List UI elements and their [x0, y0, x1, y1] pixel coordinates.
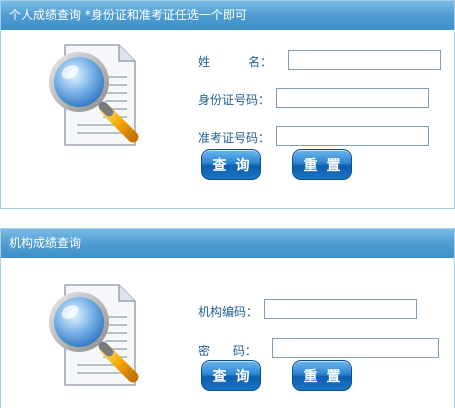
exam-number-label: 准考证号码：	[198, 131, 271, 145]
query-button[interactable]: 查询	[201, 149, 261, 180]
institution-code-input[interactable]	[264, 299, 417, 319]
personal-score-title: 个人成绩查询 *身份证和准考证任选一个即可	[1, 1, 454, 30]
reset-button[interactable]: 重置	[292, 149, 352, 180]
id-card-label: 身份证号码：	[198, 93, 271, 107]
name-input[interactable]	[288, 50, 441, 70]
search-document-icon	[37, 277, 157, 387]
id-card-input[interactable]	[276, 88, 429, 108]
institution-code-label: 机构编码：	[198, 305, 259, 319]
query-button[interactable]: 查询	[201, 360, 261, 391]
institution-score-panel: 机构成绩查询 机构编码： 密 码： 查询 重置	[0, 228, 455, 408]
institution-score-title: 机构成绩查询	[1, 229, 454, 258]
exam-number-input[interactable]	[276, 126, 429, 146]
password-label: 密 码：	[198, 344, 257, 358]
reset-button[interactable]: 重置	[292, 360, 352, 391]
password-input[interactable]	[272, 338, 439, 358]
search-document-icon	[37, 37, 157, 147]
name-label: 姓 名：	[198, 55, 273, 69]
personal-score-panel: 个人成绩查询 *身份证和准考证任选一个即可 姓 名： 身份证号码： 准考证号码：…	[0, 0, 455, 209]
